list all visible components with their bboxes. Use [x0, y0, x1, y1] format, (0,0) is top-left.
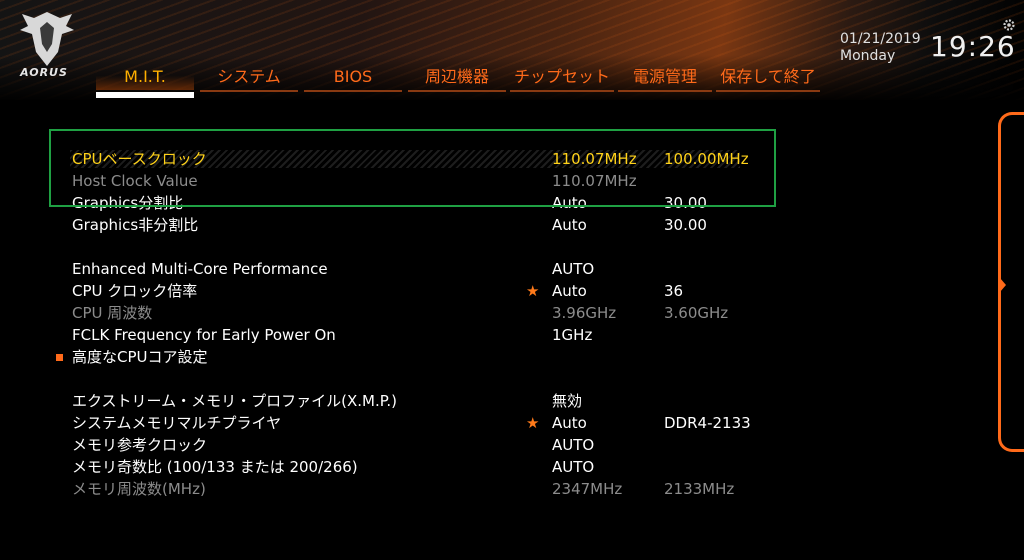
setting-row: Host Clock Value 110.07MHz — [0, 170, 1000, 192]
tab-mit[interactable]: M.I.T. — [96, 66, 194, 98]
tab-system[interactable]: システム — [200, 66, 298, 92]
setting-value: 110.07MHz — [552, 172, 637, 190]
setting-row[interactable]: Graphics非分割比 Auto 30.00 — [0, 214, 1000, 236]
setting-label: Graphics分割比 — [72, 194, 184, 212]
setting-value: 無効 — [552, 392, 583, 410]
date-display: 01/21/2019 Monday — [840, 31, 921, 65]
setting-row[interactable]: Graphics分割比 Auto 30.00 — [0, 192, 1000, 214]
setting-label: エクストリーム・メモリ・プロファイル(X.M.P.) — [72, 392, 398, 410]
setting-label: Graphics非分割比 — [72, 216, 199, 234]
setting-value: Auto — [552, 414, 587, 432]
tab-chipset[interactable]: チップセット — [510, 66, 614, 92]
star-icon: ★ — [526, 282, 540, 300]
setting-row[interactable]: メモリ奇数比 (100/133 または 200/266) AUTO — [0, 456, 1000, 478]
setting-value: 110.07MHz — [552, 150, 637, 168]
setting-value: 3.96GHz — [552, 304, 617, 322]
setting-value: AUTO — [552, 458, 595, 476]
setting-label: CPU クロック倍率 — [72, 282, 198, 300]
tab-peripherals[interactable]: 周辺機器 — [408, 66, 506, 92]
setting-label: Host Clock Value — [72, 172, 198, 190]
tab-bios[interactable]: BIOS — [304, 66, 402, 92]
brand-logo-text: AORUS — [20, 66, 68, 79]
setting-value: AUTO — [552, 260, 595, 278]
setting-value: 1GHz — [552, 326, 593, 344]
day-text: Monday — [840, 48, 896, 64]
setting-label: メモリ奇数比 (100/133 または 200/266) — [72, 458, 358, 476]
setting-current-value: 100.00MHz — [664, 150, 749, 168]
chevron-right-icon[interactable] — [1000, 278, 1006, 292]
setting-row[interactable]: エクストリーム・メモリ・プロファイル(X.M.P.) 無効 — [0, 390, 1000, 412]
setting-value: Auto — [552, 216, 587, 234]
setting-row: CPU 周波数 3.96GHz 3.60GHz — [0, 302, 1000, 324]
setting-label: システムメモリマルチプライヤ — [72, 414, 282, 432]
setting-current-value: DDR4-2133 — [664, 414, 751, 432]
setting-current-value: 2133MHz — [664, 480, 735, 498]
tab-save-exit[interactable]: 保存して終了 — [716, 66, 820, 92]
setting-label: メモリ参考クロック — [72, 436, 208, 454]
setting-current-value: 36 — [664, 282, 684, 300]
setting-label: メモリ周波数(MHz) — [72, 480, 206, 498]
setting-value: Auto — [552, 194, 587, 212]
clock-time: 19:26 — [930, 30, 1016, 63]
setting-value: AUTO — [552, 436, 595, 454]
setting-label: CPU 周波数 — [72, 304, 153, 322]
setting-label: CPUベースクロック — [72, 150, 207, 168]
star-icon: ★ — [526, 414, 540, 432]
setting-row: メモリ周波数(MHz) 2347MHz 2133MHz — [0, 478, 1000, 500]
setting-row[interactable]: Enhanced Multi-Core Performance AUTO — [0, 258, 1000, 280]
setting-current-value: 30.00 — [664, 194, 707, 212]
gear-icon[interactable] — [1002, 18, 1016, 32]
tab-power[interactable]: 電源管理 — [618, 66, 712, 92]
setting-current-value: 3.60GHz — [664, 304, 729, 322]
setting-row[interactable]: メモリ参考クロック AUTO — [0, 434, 1000, 456]
setting-label: FCLK Frequency for Early Power On — [72, 326, 336, 344]
setting-row[interactable]: FCLK Frequency for Early Power On 1GHz — [0, 324, 1000, 346]
setting-row[interactable]: CPU クロック倍率 ★ Auto 36 — [0, 280, 1000, 302]
submenu-bullet-icon — [56, 354, 63, 361]
setting-value: 2347MHz — [552, 480, 623, 498]
setting-row[interactable]: CPUベースクロック 110.07MHz 100.00MHz — [0, 148, 1000, 170]
setting-current-value: 30.00 — [664, 216, 707, 234]
submenu-item[interactable]: 高度なCPUコア設定 — [0, 346, 1000, 368]
date-text: 01/21/2019 — [840, 31, 921, 47]
setting-row[interactable]: システムメモリマルチプライヤ ★ Auto DDR4-2133 — [0, 412, 1000, 434]
setting-value: Auto — [552, 282, 587, 300]
setting-label: 高度なCPUコア設定 — [72, 348, 208, 366]
setting-label: Enhanced Multi-Core Performance — [72, 260, 328, 278]
